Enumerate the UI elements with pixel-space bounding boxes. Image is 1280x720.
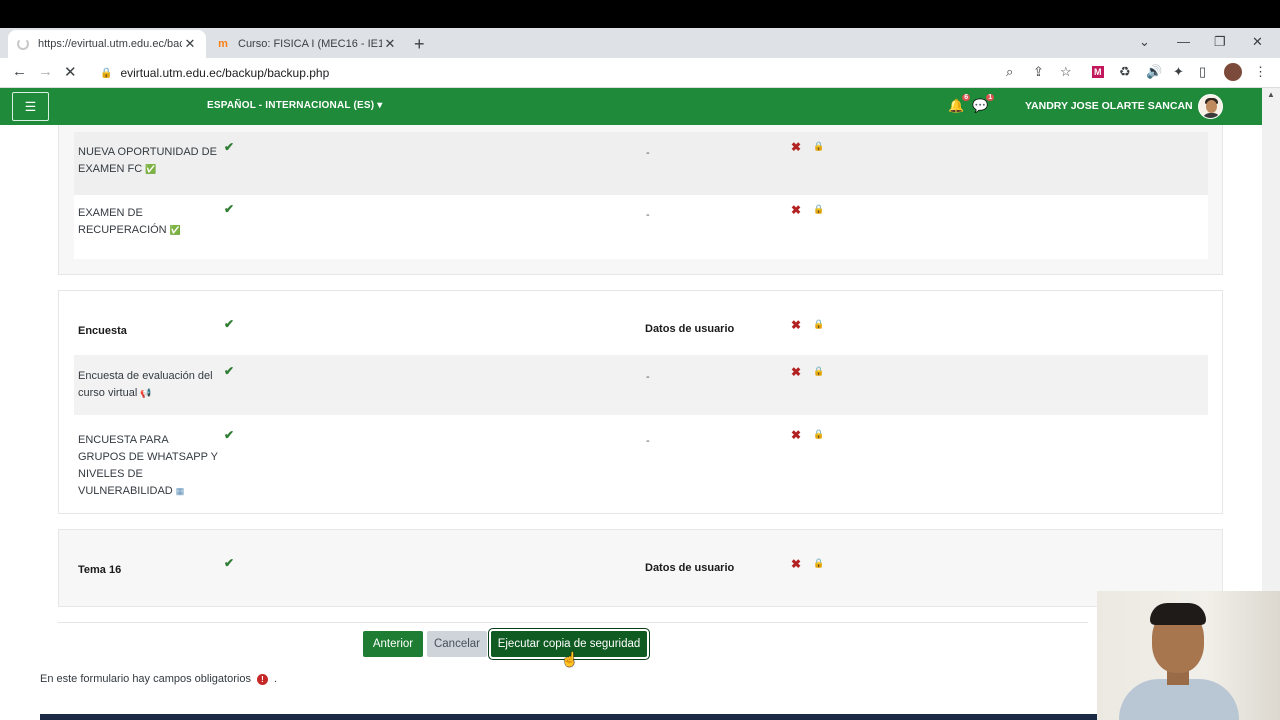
moodle-icon: m <box>218 38 228 50</box>
section-header-row: Encuesta ✔ Datos de usuario ✖ 🔒 <box>74 305 1208 355</box>
section-title: Encuesta <box>78 325 127 337</box>
user-data-value: - <box>646 209 650 221</box>
include-check-icon[interactable]: ✔ <box>224 140 234 154</box>
required-note-text: En este formulario hay campos obligatori… <box>40 673 251 685</box>
excluded-x-icon: ✖ <box>791 428 802 442</box>
user-data-value: - <box>646 435 650 447</box>
include-check-icon[interactable]: ✔ <box>224 364 234 378</box>
address-bar[interactable]: 🔒 evirtual.utm.edu.ec/backup/backup.php <box>90 61 1080 85</box>
survey-icon: ▦ <box>175 486 185 496</box>
user-data-label: Datos de usuario <box>645 323 735 335</box>
browser-toolbar: ← → ✕ 🔒 evirtual.utm.edu.ec/backup/backu… <box>0 58 1280 88</box>
backup-content: NUEVA OPORTUNIDAD DE EXAMEN FC ✅ ✔ - ✖ 🔒 … <box>0 125 1262 720</box>
divider <box>58 622 1088 623</box>
minimize-icon[interactable]: — <box>1177 34 1190 49</box>
new-tab-icon[interactable]: + <box>414 34 425 55</box>
close-tab-icon[interactable]: ✕ <box>382 36 398 52</box>
browser-tab-backup[interactable]: https://evirtual.utm.edu.ec/backup ✕ <box>8 30 206 58</box>
webcam-overlay <box>1097 591 1280 720</box>
hand-cursor-icon: ☝ <box>561 651 579 667</box>
language-label: ESPAÑOL - INTERNACIONAL (ES) <box>207 100 375 111</box>
browser-tabstrip: https://evirtual.utm.edu.ec/backup ✕ m C… <box>0 28 1280 58</box>
speaker-icon[interactable]: 🔊 <box>1146 64 1162 80</box>
browser-menu-icon[interactable]: ⋮ <box>1254 64 1267 80</box>
section-title: Tema 16 <box>78 564 122 576</box>
activity-name: ENCUESTA PARA GRUPOS DE WHATSAPP Y NIVEL… <box>78 432 218 500</box>
include-check-icon[interactable]: ✔ <box>224 428 234 442</box>
user-data-value: - <box>646 371 650 383</box>
extensions-puzzle-icon[interactable]: ✦ <box>1173 64 1184 80</box>
stop-loading-icon[interactable]: ✕ <box>64 63 77 81</box>
profile-avatar-icon[interactable] <box>1224 63 1242 81</box>
cancel-button[interactable]: Cancelar <box>427 631 487 657</box>
share-icon[interactable]: ⇪ <box>1033 64 1044 80</box>
lock-icon: 🔒 <box>813 319 825 329</box>
url-text[interactable]: evirtual.utm.edu.ec/backup/backup.php <box>120 66 329 80</box>
previous-button[interactable]: Anterior <box>363 631 423 657</box>
excluded-x-icon: ✖ <box>791 365 802 379</box>
lock-icon: 🔒 <box>813 141 825 151</box>
excluded-x-icon: ✖ <box>791 140 802 154</box>
close-tab-icon[interactable]: ✕ <box>182 36 198 52</box>
messages-icon[interactable]: 💬 1 <box>972 94 995 114</box>
site-navbar: ☰ ESPAÑOL - INTERNACIONAL (ES) ▾ 🔔 6 💬 1 Y… <box>0 88 1262 125</box>
user-name[interactable]: YANDRY JOSE OLARTE SANCAN <box>1025 100 1193 112</box>
quiz-icon: ✅ <box>169 225 181 235</box>
section-tema-16: Tema 16 ✔ Datos de usuario ✖ 🔒 <box>58 529 1223 607</box>
user-data-value: - <box>646 147 650 159</box>
lock-icon[interactable]: 🔒 <box>100 68 112 79</box>
excluded-x-icon: ✖ <box>791 557 802 571</box>
lock-icon: 🔒 <box>813 558 825 568</box>
quiz-icon: ✅ <box>145 164 157 174</box>
list-item: NUEVA OPORTUNIDAD DE EXAMEN FC ✅ ✔ - ✖ 🔒 <box>74 132 1208 195</box>
screen: https://evirtual.utm.edu.ec/backup ✕ m C… <box>0 0 1280 720</box>
section-encuesta: Encuesta ✔ Datos de usuario ✖ 🔒 Encuesta… <box>58 290 1223 514</box>
close-window-icon[interactable]: ✕ <box>1252 34 1263 50</box>
bookmark-star-icon[interactable]: ☆ <box>1060 64 1072 80</box>
tab-search-icon[interactable]: ⌄ <box>1139 34 1150 50</box>
taskbar-strip <box>40 714 1098 720</box>
section-previous: NUEVA OPORTUNIDAD DE EXAMEN FC ✅ ✔ - ✖ 🔒 … <box>58 125 1223 275</box>
excluded-x-icon: ✖ <box>791 203 802 217</box>
include-check-icon[interactable]: ✔ <box>224 317 234 331</box>
recycle-extension-icon[interactable]: ♻ <box>1119 64 1131 80</box>
lock-icon: 🔒 <box>813 429 825 439</box>
list-item: ENCUESTA PARA GRUPOS DE WHATSAPP Y NIVEL… <box>74 415 1208 497</box>
scroll-up-icon[interactable]: ▲ <box>1267 90 1275 99</box>
activity-name: Encuesta de evaluación del curso virtual… <box>78 368 218 402</box>
feedback-icon: 📢 <box>140 388 152 398</box>
loading-spinner-icon <box>16 37 30 51</box>
list-item: Encuesta de evaluación del curso virtual… <box>74 355 1208 415</box>
menu-toggle-icon[interactable]: ☰ <box>12 92 49 121</box>
activity-name: EXAMEN DE RECUPERACIÓN ✅ <box>78 205 218 239</box>
extension-m-icon[interactable]: M <box>1092 66 1104 78</box>
include-check-icon[interactable]: ✔ <box>224 202 234 216</box>
tab-title: https://evirtual.utm.edu.ec/backup <box>38 38 182 50</box>
list-item: EXAMEN DE RECUPERACIÓN ✅ ✔ - ✖ 🔒 <box>74 195 1208 259</box>
required-exclamation-icon: ! <box>256 673 268 685</box>
restore-icon[interactable]: ❐ <box>1214 34 1226 50</box>
user-data-label: Datos de usuario <box>645 562 735 574</box>
lock-icon: 🔒 <box>813 366 825 376</box>
section-header-row: Tema 16 ✔ Datos de usuario ✖ 🔒 <box>74 544 1208 594</box>
user-avatar[interactable] <box>1198 94 1223 119</box>
browser-tab-course[interactable]: m Curso: FISICA I (MEC16 - IE16 - I ✕ <box>208 30 406 58</box>
forward-icon[interactable]: → <box>38 63 53 80</box>
side-panel-icon[interactable]: ▯ <box>1199 64 1206 80</box>
excluded-x-icon: ✖ <box>791 318 802 332</box>
zoom-icon[interactable]: ⌕ <box>1006 64 1013 80</box>
notifications-bell-icon[interactable]: 🔔 6 <box>948 94 971 114</box>
lock-icon: 🔒 <box>813 204 825 214</box>
back-icon[interactable]: ← <box>12 63 27 80</box>
notifications-badge: 6 <box>962 94 971 101</box>
messages-badge: 1 <box>986 94 995 101</box>
required-note-end: . <box>273 673 278 685</box>
tab-title: Curso: FISICA I (MEC16 - IE16 - I <box>238 38 382 50</box>
language-menu[interactable]: ESPAÑOL - INTERNACIONAL (ES) ▾ <box>207 100 382 111</box>
include-check-icon[interactable]: ✔ <box>224 556 234 570</box>
required-fields-note: En este formulario hay campos obligatori… <box>40 673 277 685</box>
activity-name: NUEVA OPORTUNIDAD DE EXAMEN FC ✅ <box>78 144 218 178</box>
